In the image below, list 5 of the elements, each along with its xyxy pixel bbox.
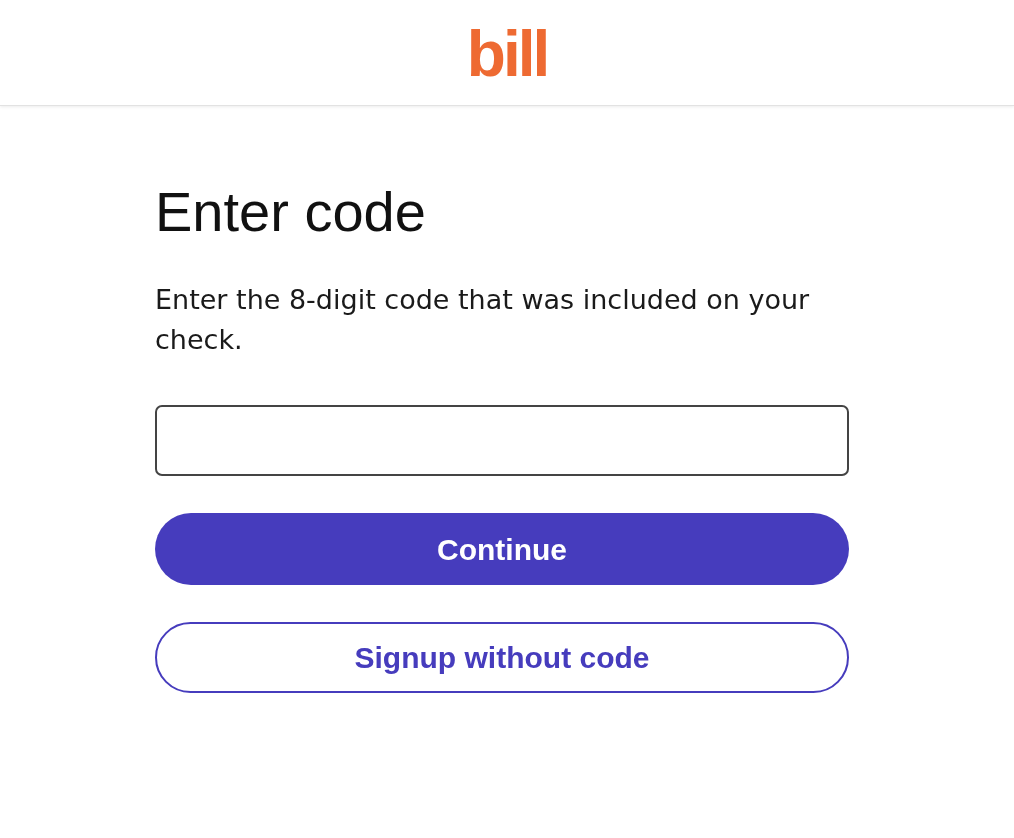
code-input-field[interactable] (155, 405, 849, 476)
continue-button[interactable]: Continue (155, 513, 849, 585)
page-heading: Enter code (155, 180, 427, 244)
description-text: Enter the 8-digit code that was included on your check. (155, 283, 811, 357)
signup-without-code-button[interactable]: Signup without code (155, 622, 849, 693)
